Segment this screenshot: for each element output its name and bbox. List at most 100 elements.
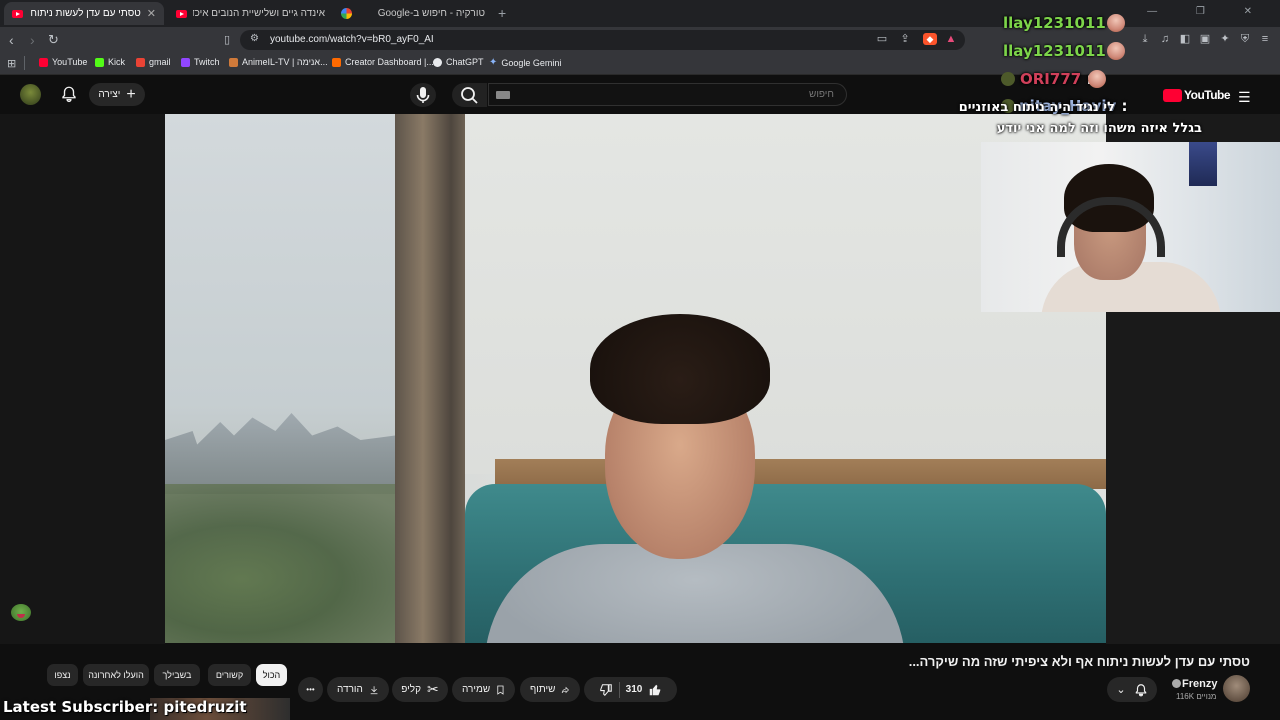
create-button[interactable]: יצירה +: [89, 83, 145, 106]
download-label: הורדה: [337, 684, 363, 695]
bookmark-creator-dashboard[interactable]: Creator Dashboard |...: [332, 57, 434, 67]
url-text[interactable]: youtube.com/watch?v=bR0_ayF0_AI: [270, 34, 434, 45]
brave-rewards-icon[interactable]: ▲: [945, 33, 957, 45]
video-frame-curtain: [395, 114, 465, 643]
chat-username: ORI777: [1020, 70, 1082, 88]
download-button[interactable]: הורדה: [327, 677, 389, 702]
channel-avatar[interactable]: [1223, 675, 1250, 702]
like-dislike-group: 310: [584, 677, 677, 702]
bookmark-icon[interactable]: ▯: [224, 32, 230, 48]
chat-badge-icon: [1001, 72, 1015, 86]
channel-name[interactable]: Frenzy: [1182, 678, 1217, 690]
chat-message-text: בגלל איזה משהו וזה למה אני יודע: [996, 121, 1202, 136]
like-icon: [650, 684, 661, 695]
vpn-icon[interactable]: ⛨: [1239, 33, 1251, 45]
clip-button[interactable]: קליפ ✂: [392, 677, 448, 702]
tab-video-2[interactable]: אינדה גיים ושלישיית הנובים איכדו את: [168, 2, 333, 25]
player-left-margin: [0, 114, 165, 644]
wallet-icon[interactable]: ▣: [1199, 33, 1211, 45]
kick-icon: [95, 57, 104, 67]
chip-all[interactable]: הכול: [256, 664, 287, 686]
divider: [24, 56, 25, 70]
brave-shield-icon[interactable]: ◆: [923, 33, 937, 45]
animeil-icon: [229, 57, 238, 67]
account-avatar[interactable]: [20, 84, 41, 105]
bookmark-twitch[interactable]: Twitch: [181, 57, 220, 67]
chevron-down-icon: ⌄: [1116, 684, 1126, 696]
video-frame-person-hair: [590, 314, 770, 424]
chat-emote-icon: [1107, 42, 1125, 60]
subscribed-notifications-button[interactable]: ⌄: [1107, 677, 1157, 702]
back-icon[interactable]: ‹: [9, 32, 14, 48]
youtube-icon: [12, 9, 23, 18]
youtube-icon: [1163, 89, 1182, 102]
share-label: שיתוף: [530, 684, 556, 695]
webcam-poster: [1189, 142, 1217, 186]
keyboard-icon[interactable]: [496, 91, 510, 99]
save-button[interactable]: שמירה: [452, 677, 515, 702]
bookmark-label: ChatGPT: [446, 57, 484, 67]
download-icon[interactable]: ⤓: [1139, 33, 1151, 45]
forward-icon[interactable]: ›: [30, 32, 35, 48]
window-controls[interactable]: — ❐ ✕: [1147, 6, 1270, 17]
video-frame-person-body: [485, 544, 905, 643]
cast-icon[interactable]: ▭: [876, 33, 888, 45]
voice-search-button[interactable]: [410, 83, 436, 107]
bookmark-label: AnimeIL-TV | אנימה...: [242, 57, 328, 67]
chip-recently-uploaded[interactable]: הועלו לאחרונה: [83, 664, 149, 686]
search-box[interactable]: [488, 83, 847, 106]
chat-message: llay1231011 :: [1003, 14, 1117, 32]
chip-related[interactable]: קשורים: [208, 664, 251, 686]
bookmark-chatgpt[interactable]: ChatGPT: [433, 57, 484, 67]
bookmark-label: Kick: [108, 57, 126, 67]
chat-username: llay1231011: [1003, 42, 1106, 60]
scissors-icon: ✂: [426, 681, 439, 697]
chip-for-you[interactable]: בשבילך: [154, 664, 200, 686]
like-count[interactable]: 310: [626, 684, 643, 695]
chat-username: llay1231011: [1003, 14, 1106, 32]
bookmark-gemini[interactable]: ✦ Google Gemini: [489, 57, 561, 68]
youtube-icon: [39, 57, 48, 67]
bookmark-label: Twitch: [194, 57, 220, 67]
bookmark-animeil[interactable]: AnimeIL-TV | אנימה...: [229, 57, 328, 67]
gmail-icon: [136, 57, 145, 67]
share-button[interactable]: שיתוף: [520, 677, 580, 702]
video-player[interactable]: [165, 114, 1106, 643]
more-icon: •••: [306, 685, 315, 694]
create-label: יצירה: [98, 89, 121, 100]
tab-title: טסתי עם עדן לעשות ניתוח אף ולא: [29, 8, 141, 19]
bookmark-kick[interactable]: Kick: [95, 57, 125, 67]
music-icon[interactable]: ♫: [1159, 33, 1171, 45]
bookmark-gmail[interactable]: gmail: [136, 57, 171, 67]
apps-grid-icon[interactable]: ⊞: [7, 57, 16, 70]
search-button[interactable]: [452, 83, 487, 107]
chat-logo-text: YouTube: [1184, 88, 1231, 102]
share-page-icon[interactable]: ⇪: [899, 33, 911, 45]
tab-title: טורקיה - חיפוש ב-Google: [377, 8, 485, 19]
menu-icon[interactable]: ≡: [1259, 33, 1271, 45]
like-button[interactable]: [648, 683, 662, 697]
reload-icon[interactable]: ↻: [48, 32, 59, 48]
search-icon: [461, 87, 478, 104]
dislike-button[interactable]: [599, 683, 613, 697]
save-label: שמירה: [462, 684, 491, 695]
chip-watched[interactable]: נצפו: [47, 664, 78, 686]
ai-icon[interactable]: ✦: [1219, 33, 1231, 45]
tab-active-video[interactable]: טסתי עם עדן לעשות ניתוח אף ולא ✕: [4, 2, 164, 25]
site-info-icon[interactable]: ⚙: [250, 33, 259, 44]
bookmark-label: gmail: [149, 57, 171, 67]
chat-emote-icon: [1107, 14, 1125, 32]
google-icon: [341, 8, 352, 19]
search-input[interactable]: [489, 84, 846, 105]
tab-google-search[interactable]: טורקיה - חיפוש ב-Google: [333, 2, 493, 25]
bookmark-youtube[interactable]: YouTube: [39, 57, 87, 67]
verified-icon: [1172, 679, 1181, 688]
sidebar-icon[interactable]: ◧: [1179, 33, 1191, 45]
bookmark-label: Google Gemini: [501, 57, 562, 68]
new-tab-button[interactable]: +: [498, 5, 506, 21]
twitch-icon: [181, 57, 190, 67]
gemini-icon: ✦: [489, 57, 498, 68]
notifications-bell-icon[interactable]: [60, 85, 78, 103]
close-tab-icon[interactable]: ✕: [147, 7, 156, 20]
more-actions-button[interactable]: •••: [298, 677, 323, 702]
